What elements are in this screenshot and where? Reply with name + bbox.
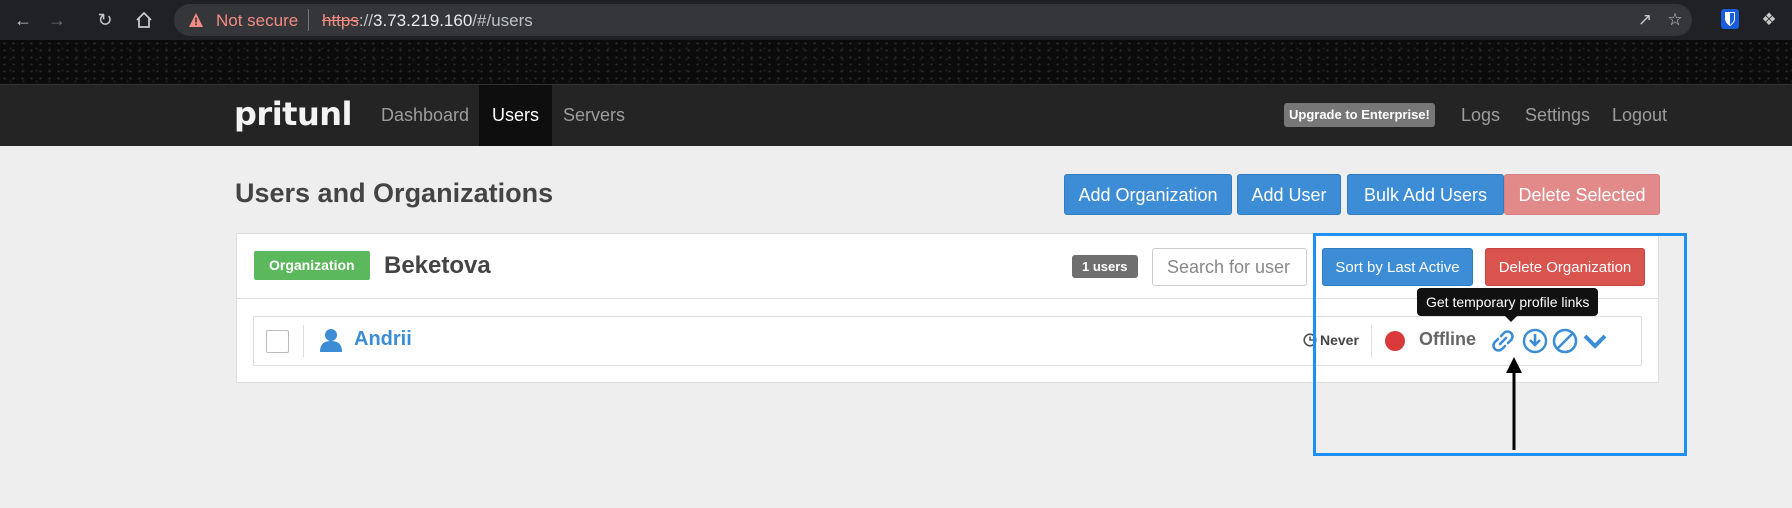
add-user-button[interactable]: Add User [1237, 174, 1341, 215]
user-count-badge: 1 users [1072, 255, 1138, 278]
nav-dashboard[interactable]: Dashboard [368, 85, 482, 146]
nav-servers[interactable]: Servers [550, 85, 638, 146]
reload-icon[interactable]: ↻ [92, 7, 118, 33]
home-icon[interactable] [131, 7, 157, 33]
extensions-puzzle-icon[interactable]: ❖ [1758, 9, 1780, 31]
forward-icon[interactable]: → [44, 7, 70, 33]
nav-logs[interactable]: Logs [1448, 85, 1513, 146]
bookmark-star-icon[interactable]: ☆ [1664, 9, 1686, 31]
search-user-input[interactable] [1152, 248, 1307, 286]
delete-selected-button[interactable]: Delete Selected [1504, 174, 1660, 215]
brand-logo[interactable]: pritunl [234, 95, 352, 133]
bulk-add-users-button[interactable]: Bulk Add Users [1347, 174, 1504, 215]
nav-settings[interactable]: Settings [1512, 85, 1603, 146]
address-separator [308, 9, 309, 31]
back-icon[interactable]: ← [10, 7, 36, 33]
not-secure-label: Not secure [216, 11, 299, 30]
annotation-highlight-box [1313, 233, 1687, 456]
browser-toolbar: ← → ↻ Not secure https://3.73.219.160/#/… [0, 0, 1792, 40]
address-bar[interactable]: Not secure https://3.73.219.160/#/users … [174, 4, 1692, 36]
organization-name[interactable]: Beketova [384, 252, 491, 280]
url-protocol: https [322, 11, 359, 30]
url-host: 3.73.219.160 [373, 11, 473, 30]
row-divider [303, 325, 304, 357]
app-navbar: pritunl Dashboard Users Servers Upgrade … [0, 84, 1792, 146]
page-background-strip [0, 40, 1792, 84]
user-select-checkbox[interactable] [266, 330, 289, 353]
user-name[interactable]: Andrii [354, 328, 412, 351]
url-path: /#/users [472, 11, 533, 30]
nav-logout[interactable]: Logout [1599, 85, 1680, 146]
url-text: https://3.73.219.160/#/users [322, 11, 533, 30]
warning-icon [189, 13, 203, 27]
organization-label: Organization [254, 251, 370, 280]
upgrade-badge[interactable]: Upgrade to Enterprise! [1284, 103, 1435, 127]
page-title: Users and Organizations [235, 178, 554, 208]
share-icon[interactable]: ↗ [1634, 9, 1656, 31]
annotation-arrow [1506, 357, 1522, 450]
add-organization-button[interactable]: Add Organization [1064, 174, 1232, 215]
user-icon [320, 329, 342, 352]
bitwarden-extension-icon[interactable] [1719, 8, 1741, 30]
nav-users[interactable]: Users [479, 85, 553, 146]
